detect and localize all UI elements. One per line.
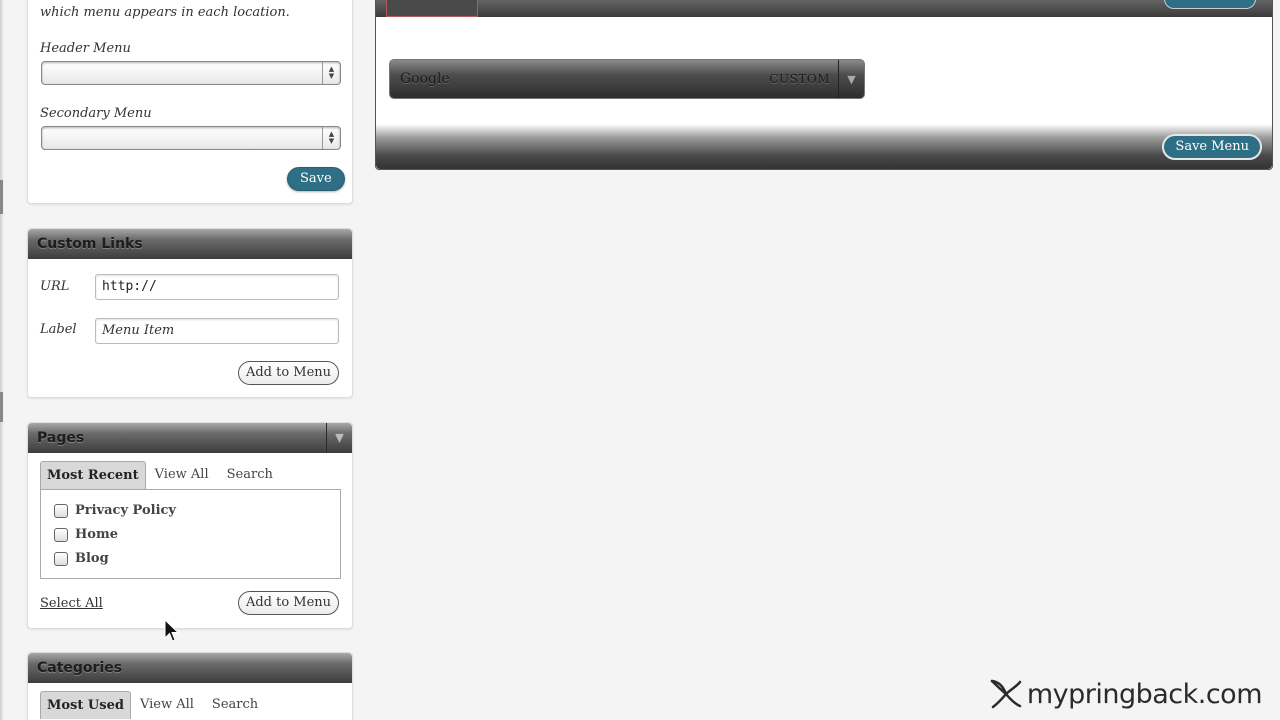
page-item-label: Privacy Policy (75, 503, 176, 518)
menu-editor-footer: Save Menu (376, 124, 1272, 169)
chevron-down-icon[interactable]: ▼ (838, 60, 864, 98)
tab-view-all[interactable]: View All (146, 461, 218, 489)
select-arrows-icon: ▲ ▼ (322, 127, 340, 149)
label-input[interactable]: Menu Item (95, 318, 339, 344)
save-menu-button[interactable]: Save Menu (1162, 134, 1262, 160)
save-menu-top-button[interactable] (1164, 0, 1256, 9)
theme-locations-panel: which menu appears in each location. Hea… (27, 0, 353, 204)
tab-view-all[interactable]: View All (131, 691, 203, 719)
secondary-menu-select[interactable]: ▲ ▼ (41, 126, 341, 150)
pages-panel: Pages ▼ Most Recent View All Search Priv… (27, 422, 353, 629)
menu-item-type: CUSTOM (769, 72, 830, 86)
categories-title: Categories (37, 660, 123, 676)
url-label: URL (40, 279, 70, 294)
menu-name-tab[interactable] (386, 0, 478, 17)
save-locations-button[interactable]: Save (287, 167, 345, 191)
pages-tabs: Most Recent View All Search (40, 461, 282, 489)
secondary-menu-label: Secondary Menu (40, 106, 152, 121)
tab-search[interactable]: Search (218, 461, 282, 489)
list-item[interactable]: Privacy Policy (54, 503, 176, 518)
pages-title: Pages (37, 430, 85, 446)
header-menu-select[interactable]: ▲ ▼ (41, 61, 341, 85)
header-menu-label: Header Menu (40, 41, 131, 56)
label-label: Label (40, 322, 77, 337)
checkbox[interactable] (54, 527, 68, 542)
tab-most-used[interactable]: Most Used (40, 691, 131, 719)
page-item-label: Home (75, 527, 118, 542)
watermark: mypringback.com (989, 678, 1263, 710)
select-arrows-icon: ▲ ▼ (322, 62, 340, 84)
tab-search[interactable]: Search (203, 691, 267, 719)
url-input[interactable]: http:// (95, 274, 339, 300)
theme-locations-intro: which menu appears in each location. (40, 5, 290, 20)
list-item[interactable]: Blog (54, 551, 109, 566)
left-edge-tick (0, 392, 3, 422)
categories-header[interactable]: Categories (28, 653, 352, 683)
select-all-link[interactable]: Select All (40, 596, 103, 611)
list-item[interactable]: Home (54, 527, 118, 542)
custom-links-panel: Custom Links URL http:// Label Menu Item… (27, 228, 353, 398)
left-edge-frame (0, 0, 4, 720)
menu-editor: Google CUSTOM ▼ Save Menu (375, 0, 1273, 170)
categories-panel: Categories Most Used View All Search (27, 652, 353, 720)
categories-tabs: Most Used View All Search (40, 691, 267, 719)
custom-links-header[interactable]: Custom Links (28, 229, 352, 259)
menu-editor-header (376, 0, 1272, 17)
menu-item[interactable]: Google CUSTOM ▼ (389, 59, 865, 99)
pages-add-button[interactable]: Add to Menu (238, 591, 339, 615)
checkbox[interactable] (54, 551, 68, 566)
mouse-cursor-icon (164, 619, 180, 642)
checkbox[interactable] (54, 503, 68, 518)
chevron-down-icon[interactable]: ▼ (326, 423, 352, 453)
pinwheel-logo-icon (990, 679, 1022, 709)
pages-header[interactable]: Pages ▼ (28, 423, 352, 453)
page-item-label: Blog (75, 551, 109, 566)
left-edge-tick (0, 180, 3, 214)
watermark-text: mypringback.com (1026, 678, 1263, 710)
menu-item-title: Google (400, 71, 450, 87)
custom-links-add-button[interactable]: Add to Menu (238, 361, 339, 385)
custom-links-title: Custom Links (37, 236, 143, 252)
tab-most-recent[interactable]: Most Recent (40, 461, 146, 489)
